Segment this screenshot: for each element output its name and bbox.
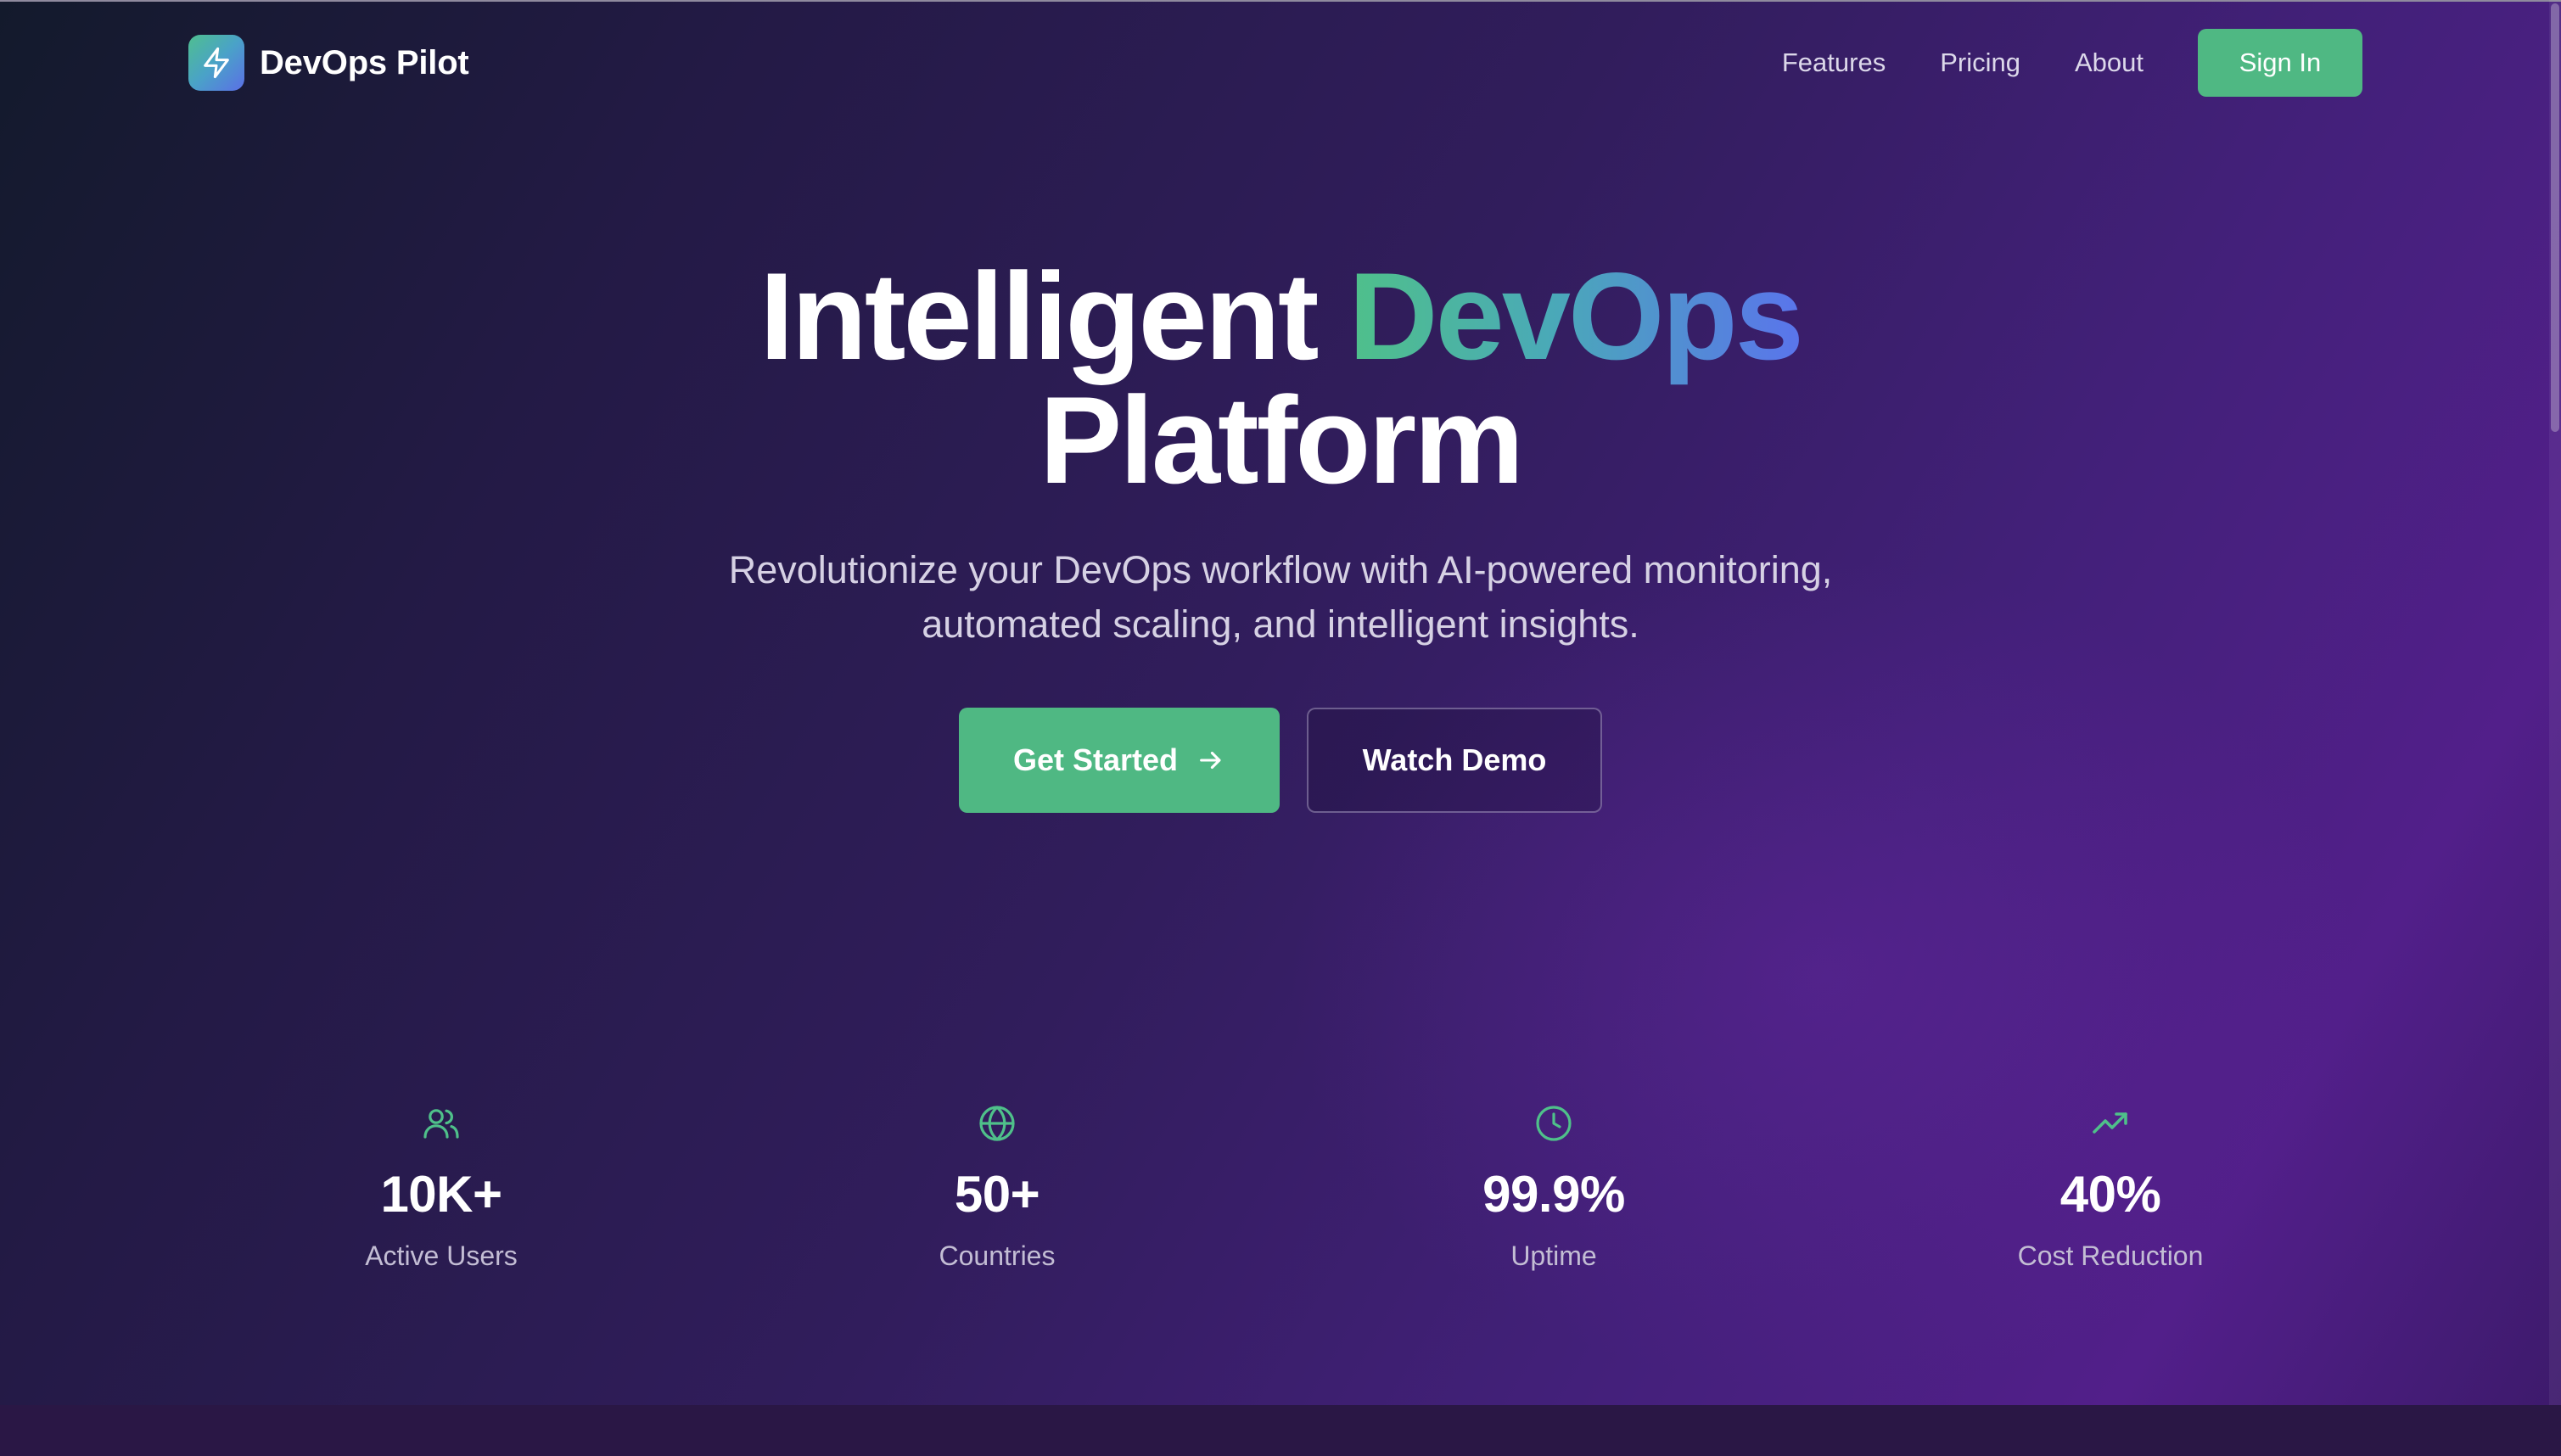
hero-title-highlight: DevOps	[1348, 247, 1804, 385]
top-navigation: DevOps Pilot Features Pricing About Sign…	[0, 0, 2561, 127]
vertical-scrollbar[interactable]	[2549, 0, 2561, 1405]
trending-up-icon	[2093, 1112, 2127, 1134]
stat-label: Cost Reduction	[2017, 1240, 2204, 1271]
nav-link-about[interactable]: About	[2075, 48, 2144, 78]
users-icon	[423, 1109, 459, 1139]
nav-link-features[interactable]: Features	[1782, 48, 1886, 78]
sign-in-button[interactable]: Sign In	[2198, 29, 2362, 97]
brand-name: DevOps Pilot	[260, 43, 469, 81]
cta-buttons: Get Started Watch Demo	[0, 708, 2561, 813]
stat-label: Active Users	[365, 1240, 518, 1271]
hero-subtitle: Revolutionize your DevOps workflow with …	[0, 543, 2561, 652]
stat-value: 10K+	[380, 1166, 502, 1223]
stat-value: 50+	[954, 1166, 1040, 1223]
clock-icon	[1536, 1106, 1572, 1141]
hero-subtitle-line2: automated scaling, and intelligent insig…	[922, 602, 1639, 646]
stats-section: 10K+ Active Users 50+ Countries 99.9% Up…	[0, 1103, 2561, 1307]
stat-value: 99.9%	[1482, 1166, 1625, 1223]
stat-countries: 50+ Countries	[819, 1103, 1175, 1273]
stat-uptime: 99.9% Uptime	[1376, 1103, 1732, 1273]
hero-subtitle-line1: Revolutionize your DevOps workflow with …	[728, 548, 1833, 591]
lightning-bolt-icon	[188, 35, 244, 91]
stat-cost-reduction: 40% Cost Reduction	[1932, 1103, 2289, 1273]
stat-active-users: 10K+ Active Users	[263, 1103, 619, 1273]
get-started-button[interactable]: Get Started	[959, 708, 1280, 813]
stat-label: Countries	[939, 1240, 1056, 1271]
next-section-edge	[0, 1405, 2561, 1456]
brand-link[interactable]: DevOps Pilot	[188, 34, 469, 92]
nav-links: Features Pricing About Sign In	[1782, 29, 2362, 97]
hero-title-line2: Platform	[1039, 371, 1524, 509]
scrollbar-thumb[interactable]	[2551, 3, 2559, 432]
stat-label: Uptime	[1510, 1240, 1597, 1271]
stat-value: 40%	[2059, 1166, 2161, 1223]
get-started-label: Get Started	[1012, 742, 1179, 777]
globe-icon	[979, 1106, 1015, 1141]
arrow-right-icon	[1200, 751, 1221, 770]
watch-demo-button[interactable]: Watch Demo	[1307, 708, 1602, 813]
nav-link-pricing[interactable]: Pricing	[1940, 48, 2020, 78]
hero-title: Intelligent DevOps Platform	[0, 255, 2561, 502]
hero-title-prefix: Intelligent	[759, 247, 1319, 385]
